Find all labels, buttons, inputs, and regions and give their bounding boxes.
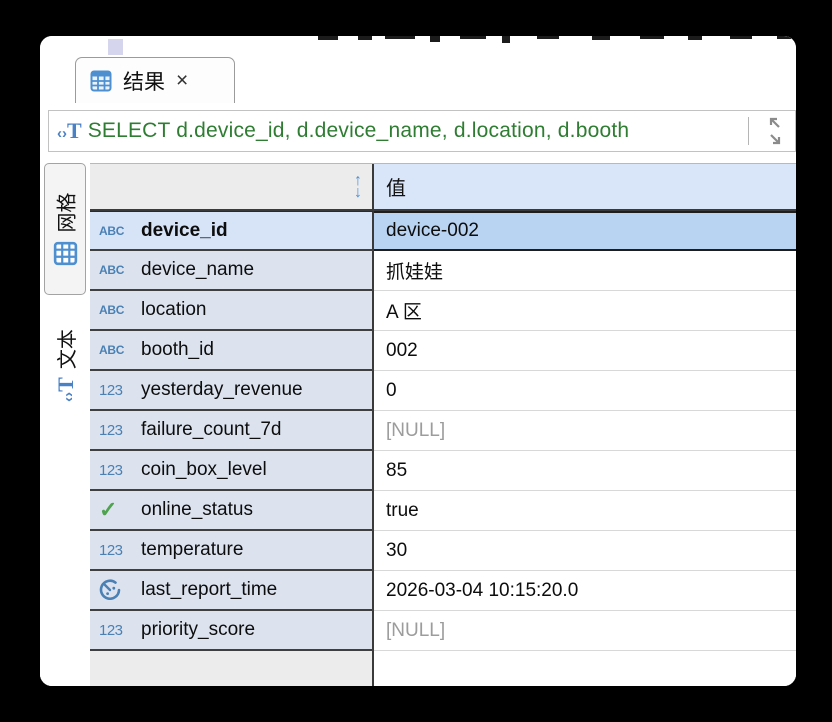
row-value-cell[interactable]: 2026-03-04 10:15:20.0 (374, 571, 796, 611)
row-value-cell[interactable]: 抓娃娃 (374, 251, 796, 291)
table-row: 123 priority_score [NULL] (90, 611, 796, 651)
tab-results-label: 结果 (123, 66, 165, 96)
table-header-row: ↑↓ 值 (90, 163, 796, 211)
row-key-cell[interactable]: ABC booth_id (90, 331, 374, 371)
row-value-cell[interactable]: device-002 (374, 211, 796, 251)
sql-preview-bar[interactable]: ‹›T SELECT d.device_id, d.device_name, d… (48, 110, 796, 152)
row-value-cell[interactable]: [NULL] (374, 611, 796, 651)
grid-table-icon (90, 70, 112, 92)
row-key-cell[interactable]: 123 yesterday_revenue (90, 371, 374, 411)
row-key-cell[interactable]: 123 failure_count_7d (90, 411, 374, 451)
datetime-type-icon (99, 579, 121, 601)
sidebar-tab-grid[interactable]: 网格 (44, 163, 86, 295)
row-key-label: coin_box_level (141, 459, 267, 481)
row-key-label: online_status (141, 499, 253, 521)
sql-preview-wrap: ‹›T SELECT d.device_id, d.device_name, d… (40, 103, 796, 158)
row-value-cell[interactable]: A 区 (374, 291, 796, 331)
row-key-cell[interactable]: ABC device_name (90, 251, 374, 291)
row-key-label: failure_count_7d (141, 419, 282, 441)
table-filler (90, 651, 796, 686)
results-content: 网格 ‹›T 文本 ↑↓ 值 ABCdevice_iddevice-002ABC… (40, 158, 796, 686)
string-type-icon: ABC (99, 343, 124, 357)
sql-text-icon: ‹›T (57, 118, 82, 144)
sidebar-tab-text[interactable]: ‹›T 文本 (44, 304, 86, 426)
record-table: ↑↓ 值 ABC device_id device-002 ABC device_nam… (90, 158, 796, 686)
row-key-label: device_id (141, 220, 228, 242)
row-key-label: temperature (141, 539, 243, 561)
row-value-text: 002 (386, 340, 418, 362)
value-column-header[interactable]: 值 (374, 164, 796, 209)
number-type-icon: 123 (99, 542, 123, 559)
row-value-cell[interactable]: [NULL] (374, 411, 796, 451)
row-value-text: [NULL] (386, 620, 445, 642)
result-tab-bar: 结果 × (40, 56, 796, 103)
number-type-icon: 123 (99, 622, 123, 639)
table-body: ABCdevice_iddevice-002ABCdevice_name抓娃娃A… (90, 211, 796, 651)
clipped-highlight-fragment (108, 39, 123, 55)
row-value-text: A 区 (386, 297, 422, 324)
row-key-cell[interactable]: 123 temperature (90, 531, 374, 571)
presentation-switcher: 网格 ‹›T 文本 (40, 158, 90, 686)
tab-results[interactable]: 结果 × (75, 57, 235, 103)
row-value-text: 2026-03-04 10:15:20.0 (386, 580, 578, 602)
tab-close-icon[interactable]: × (176, 70, 188, 91)
row-key-label: device_name (141, 259, 254, 281)
column-name-header[interactable]: ↑↓ (90, 164, 374, 209)
string-type-icon: ABC (99, 224, 124, 238)
boolean-true-icon: ✓ (99, 499, 117, 521)
results-window: 结果 × ‹›T SELECT d.device_id, d.device_na… (40, 36, 796, 686)
row-value-text: true (386, 500, 419, 522)
row-key-cell[interactable]: 123 priority_score (90, 611, 374, 651)
row-key-label: location (141, 299, 207, 321)
table-row: 123 yesterday_revenue 0 (90, 371, 796, 411)
row-key-cell[interactable]: ABC location (90, 291, 374, 331)
table-row: ABC booth_id 002 (90, 331, 796, 371)
table-row: ✓ online_status true (90, 491, 796, 531)
row-key-cell[interactable]: 123 coin_box_level (90, 451, 374, 491)
table-row: last_report_time 2026-03-04 10:15:20.0 (90, 571, 796, 611)
string-type-icon: ABC (99, 303, 124, 317)
table-row: 123 temperature 30 (90, 531, 796, 571)
row-value-cell[interactable]: 002 (374, 331, 796, 371)
clipped-text-fragments (40, 36, 796, 56)
grid-view-icon (53, 240, 77, 266)
divider (748, 117, 749, 145)
table-row: ABC device_id device-002 (90, 211, 796, 251)
number-type-icon: 123 (99, 422, 123, 439)
row-value-text: 85 (386, 460, 407, 482)
table-row: ABC location A 区 (90, 291, 796, 331)
sort-icon[interactable]: ↑↓ (354, 175, 362, 199)
row-value-text: 抓娃娃 (386, 257, 443, 284)
row-value-cell[interactable]: 30 (374, 531, 796, 571)
row-value-text: device-002 (386, 220, 479, 242)
table-row: 123 failure_count_7d [NULL] (90, 411, 796, 451)
sidebar-tab-grid-label: 网格 (51, 192, 80, 232)
row-value-text: 30 (386, 540, 407, 562)
table-row: 123 coin_box_level 85 (90, 451, 796, 491)
row-key-label: booth_id (141, 339, 214, 361)
number-type-icon: 123 (99, 462, 123, 479)
row-value-cell[interactable]: true (374, 491, 796, 531)
text-view-icon: ‹›T (52, 377, 78, 402)
row-value-cell[interactable]: 0 (374, 371, 796, 411)
row-key-cell[interactable]: ✓ online_status (90, 491, 374, 531)
number-type-icon: 123 (99, 382, 123, 399)
row-key-label: last_report_time (141, 579, 277, 601)
row-key-cell[interactable]: last_report_time (90, 571, 374, 611)
row-key-cell[interactable]: ABC device_id (90, 211, 374, 251)
row-value-cell[interactable]: 85 (374, 451, 796, 491)
row-value-text: 0 (386, 380, 397, 402)
sql-query-text: SELECT d.device_id, d.device_name, d.loc… (88, 119, 742, 143)
sidebar-tab-text-label: 文本 (51, 329, 80, 369)
row-key-label: priority_score (141, 619, 255, 641)
table-row: ABC device_name 抓娃娃 (90, 251, 796, 291)
string-type-icon: ABC (99, 263, 124, 277)
expand-panel-button[interactable] (755, 111, 795, 151)
row-key-label: yesterday_revenue (141, 379, 303, 401)
row-value-text: [NULL] (386, 420, 445, 442)
